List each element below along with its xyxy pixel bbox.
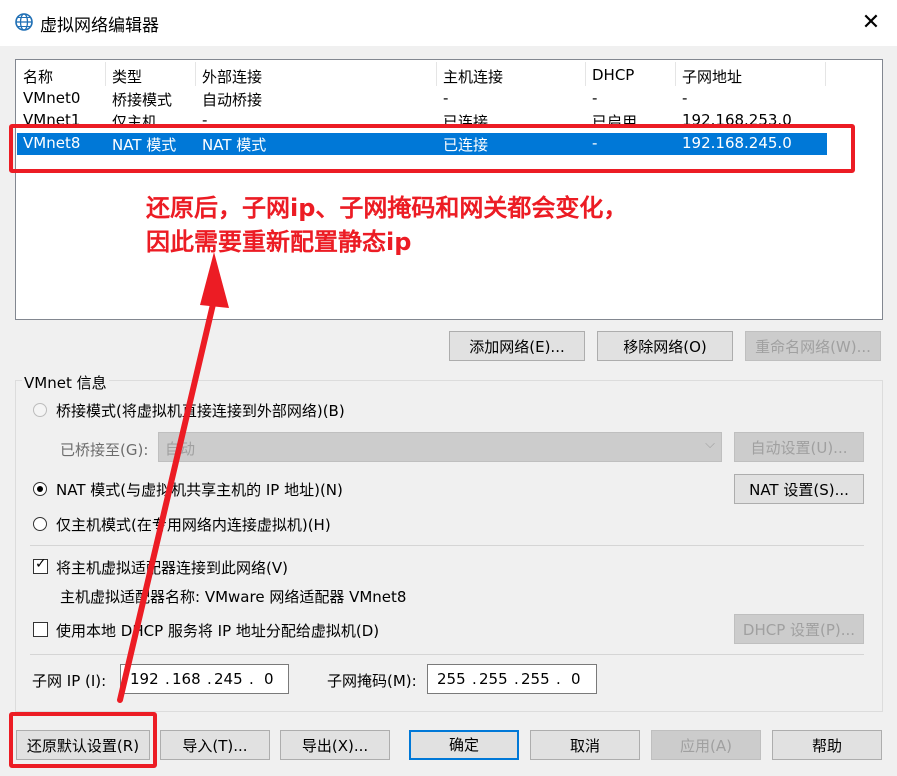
column-header-host[interactable]: 主机连接 — [443, 66, 503, 87]
highlight-box-restore — [9, 712, 157, 768]
apply-button[interactable]: 应用(A) — [651, 730, 761, 760]
connect-adapter-checkbox[interactable]: ✓ — [33, 556, 48, 574]
adapter-name-label: 主机虚拟适配器名称: VMware 网络适配器 VMnet8 — [60, 588, 407, 606]
column-header-dhcp[interactable]: DHCP — [592, 66, 634, 84]
use-dhcp-label: 使用本地 DHCP 服务将 IP 地址分配给虚拟机(D) — [56, 622, 380, 640]
divider — [30, 545, 864, 546]
group-label: VMnet 信息 — [22, 372, 109, 393]
use-dhcp-checkbox[interactable] — [33, 622, 48, 637]
globe-icon — [15, 13, 33, 31]
import-button[interactable]: 导入(T)... — [160, 730, 270, 760]
bridged-radio-label: 桥接模式(将虚拟机直接连接到外部网络)(B) — [56, 402, 345, 420]
rename-network-button[interactable]: 重命名网络(W)... — [745, 331, 881, 361]
host-only-radio[interactable] — [33, 517, 47, 531]
column-header-name[interactable]: 名称 — [23, 66, 53, 87]
cancel-button[interactable]: 取消 — [530, 730, 640, 760]
ok-button[interactable]: 确定 — [409, 730, 519, 760]
chevron-down-icon: ⌵ — [705, 437, 715, 452]
nat-radio-label: NAT 模式(与虚拟机共享主机的 IP 地址)(N) — [56, 481, 343, 499]
help-button[interactable]: 帮助 — [772, 730, 882, 760]
window-title: 虚拟网络编辑器 — [40, 16, 159, 36]
auto-settings-button[interactable]: 自动设置(U)... — [734, 432, 864, 462]
export-button[interactable]: 导出(X)... — [280, 730, 390, 760]
column-header-subnet[interactable]: 子网地址 — [682, 66, 742, 87]
dhcp-settings-button[interactable]: DHCP 设置(P)... — [734, 614, 864, 644]
remove-network-button[interactable]: 移除网络(O) — [597, 331, 733, 361]
annotation-line-1: 还原后，子网ip、子网掩码和网关都会变化， — [146, 194, 628, 222]
nat-radio[interactable] — [33, 482, 47, 496]
vmnet-info-group — [15, 380, 883, 712]
highlight-box-vmnet8 — [9, 124, 855, 173]
annotation-line-2: 因此需要重新配置静态ip — [146, 228, 412, 256]
subnet-mask-input[interactable]: 255 . 255 . 255 . 0 — [427, 664, 597, 694]
nat-settings-button[interactable]: NAT 设置(S)... — [734, 474, 864, 504]
subnet-ip-input[interactable]: 192 . 168 . 245 . 0 — [120, 664, 289, 694]
subnet-mask-label: 子网掩码(M): — [327, 672, 417, 690]
bridged-radio[interactable] — [33, 403, 47, 417]
column-header-external[interactable]: 外部连接 — [202, 66, 262, 87]
bridged-to-select[interactable]: 自动 ⌵ — [158, 432, 722, 462]
host-only-radio-label: 仅主机模式(在专用网络内连接虚拟机)(H) — [56, 516, 331, 534]
close-icon[interactable]: ✕ — [858, 10, 884, 36]
add-network-button[interactable]: 添加网络(E)... — [449, 331, 585, 361]
divider — [30, 654, 864, 655]
connect-adapter-label: 将主机虚拟适配器连接到此网络(V) — [56, 559, 288, 577]
column-header-type[interactable]: 类型 — [112, 66, 142, 87]
subnet-ip-label: 子网 IP (I): — [32, 672, 107, 690]
table-row[interactable]: VMnet0 桥接模式 自动桥接 - - - — [17, 88, 827, 110]
check-icon: ✓ — [35, 556, 47, 572]
network-list[interactable]: 名称 类型 外部连接 主机连接 DHCP 子网地址 VMnet0 桥接模式 自动… — [15, 59, 883, 320]
bridged-to-label: 已桥接至(G): — [60, 441, 149, 459]
